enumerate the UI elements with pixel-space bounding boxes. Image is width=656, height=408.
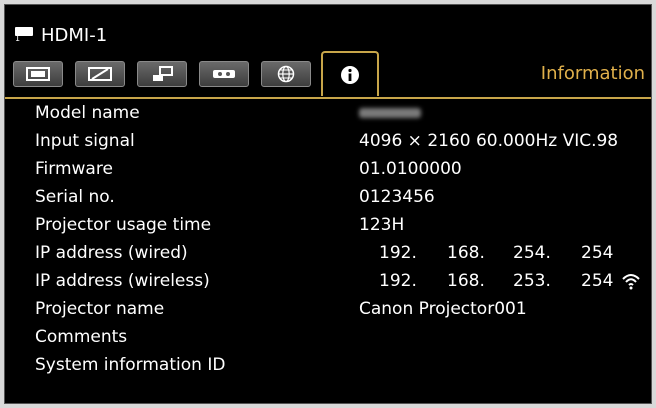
row-label: Firmware	[35, 159, 113, 179]
row-label: Projector usage time	[35, 215, 212, 235]
ip-octet: 254	[581, 271, 614, 291]
tab-install[interactable]	[137, 61, 187, 87]
tab-system[interactable]	[199, 61, 249, 87]
row-label: Input signal	[35, 131, 135, 151]
globe-icon	[277, 65, 295, 83]
row-label: Projector name	[35, 299, 165, 319]
projector-icon	[213, 70, 235, 78]
hdmi-icon: 1	[15, 26, 35, 44]
row-value: Canon Projector001	[359, 299, 527, 319]
row-value: 01.0100000	[359, 159, 462, 179]
row-label: IP address (wireless)	[35, 271, 210, 291]
tab-information[interactable]	[321, 51, 379, 96]
row-serial-no: Serial no. 0123456	[5, 183, 651, 211]
row-value: 0123456	[359, 187, 435, 207]
tab-picture[interactable]	[75, 61, 125, 87]
ip-octet: 254	[581, 243, 614, 263]
row-label: Comments	[35, 327, 128, 347]
screen-icon	[26, 67, 50, 81]
tab-title: Information	[540, 63, 645, 84]
install-icon	[153, 66, 173, 81]
row-label: System information ID	[35, 355, 226, 375]
input-source-label: HDMI-1	[41, 24, 108, 46]
row-comments: Comments	[5, 323, 651, 351]
model-name-value	[359, 103, 421, 123]
row-input-signal: Input signal 4096 × 2160 60.000Hz VIC.98	[5, 127, 651, 155]
ip-octet: 192.	[379, 271, 417, 291]
row-label: Model name	[35, 103, 140, 123]
ip-octet: 168.	[447, 271, 485, 291]
row-ip-wired: IP address (wired) 192. 168. 254. 254	[5, 239, 651, 267]
row-label: Serial no.	[35, 187, 115, 207]
picture-adjust-icon	[88, 67, 112, 81]
row-projector-name: Projector name Canon Projector001	[5, 295, 651, 323]
row-value: 123H	[359, 215, 405, 235]
tab-image[interactable]	[13, 61, 63, 87]
menu-tab-bar: Information	[5, 51, 651, 99]
wifi-icon	[622, 274, 640, 290]
row-usage-time: Projector usage time 123H	[5, 211, 651, 239]
row-system-information-id: System information ID	[5, 351, 651, 379]
row-label: IP address (wired)	[35, 243, 188, 263]
information-screen: 1 HDMI-1 Information Model name Input si…	[4, 4, 652, 404]
tab-network[interactable]	[261, 61, 311, 87]
ip-octet: 192.	[379, 243, 417, 263]
row-value: 4096 × 2160 60.000Hz VIC.98	[359, 131, 619, 151]
row-model-name: Model name	[5, 99, 651, 127]
row-ip-wireless: IP address (wireless) 192. 168. 253. 254	[5, 267, 651, 295]
input-source-header: 1 HDMI-1	[15, 23, 107, 47]
ip-octet: 168.	[447, 243, 485, 263]
blurred-model-name	[359, 108, 421, 118]
ip-octet: 253.	[513, 271, 551, 291]
info-icon	[341, 65, 359, 84]
row-firmware: Firmware 01.0100000	[5, 155, 651, 183]
ip-octet: 254.	[513, 243, 551, 263]
